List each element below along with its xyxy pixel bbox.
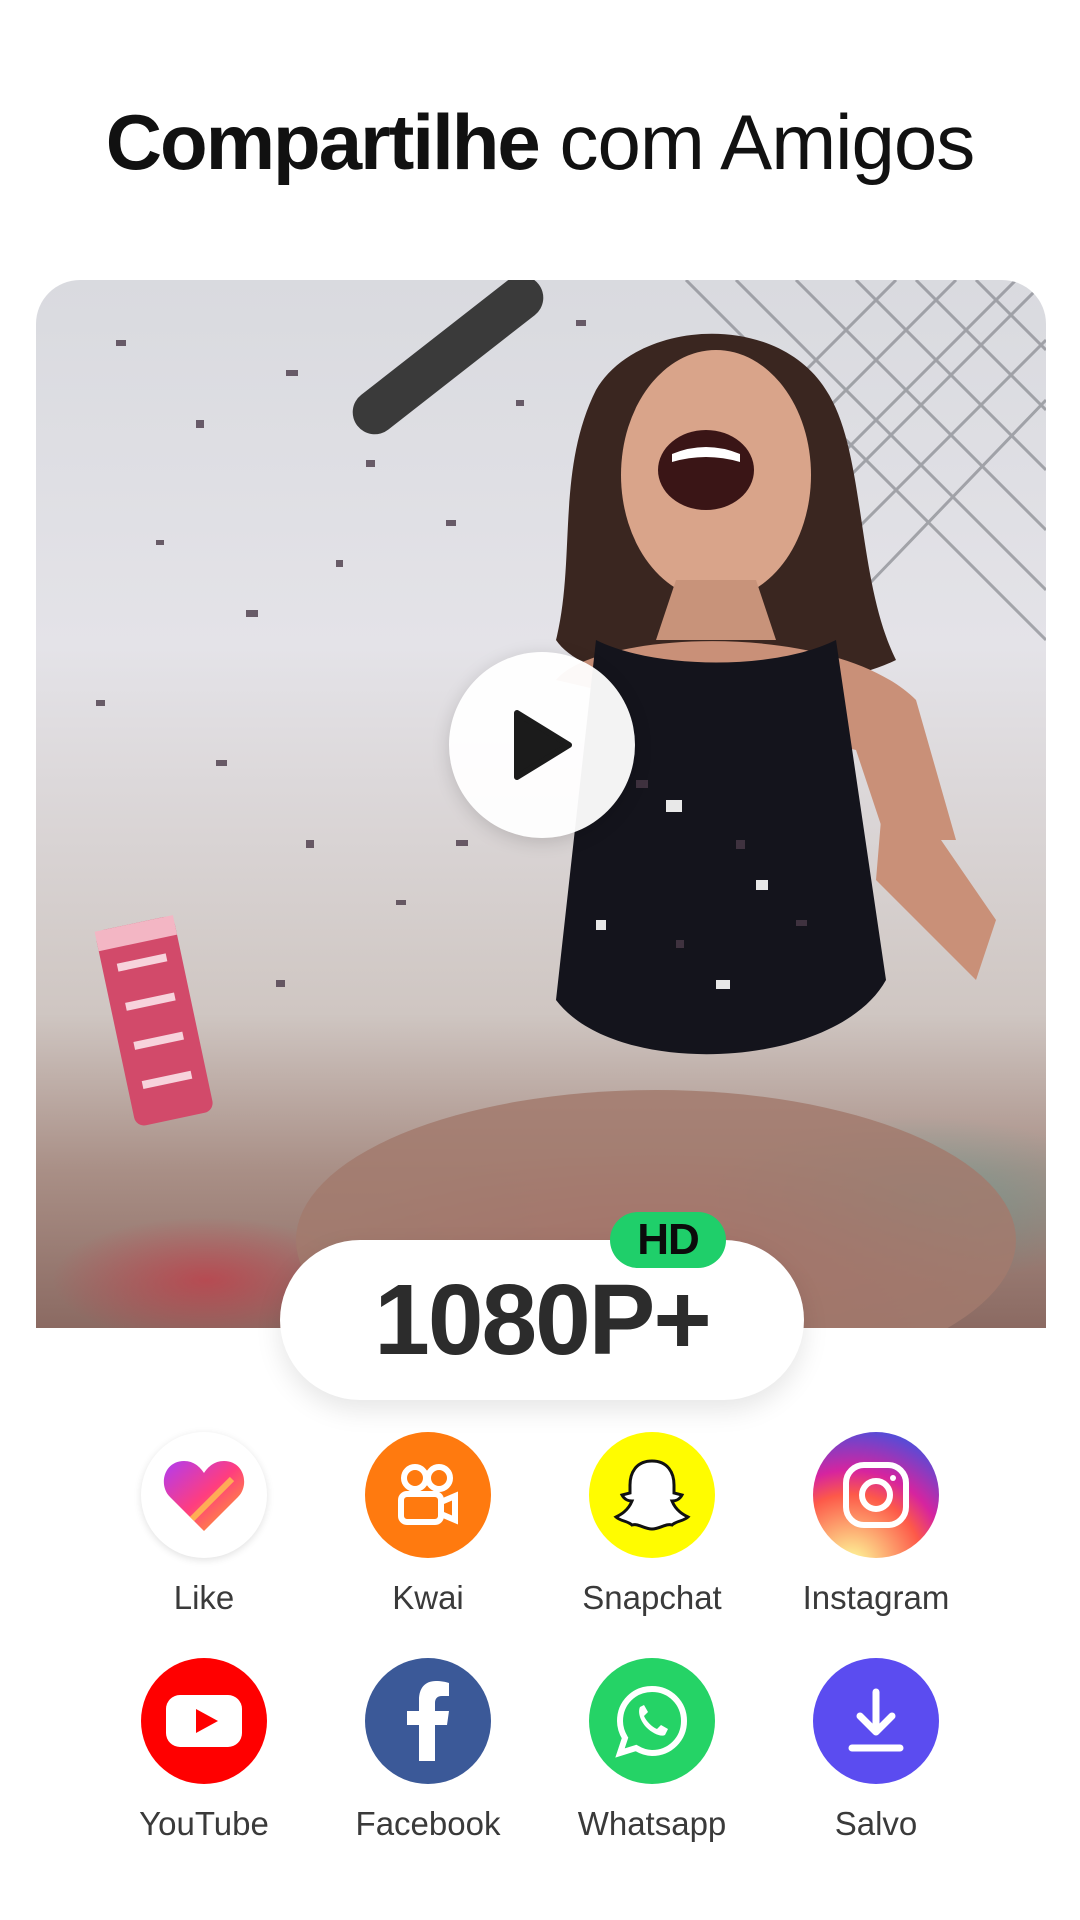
share-instagram-button[interactable]: Instagram — [764, 1432, 988, 1618]
facebook-f-icon — [365, 1658, 491, 1784]
share-facebook-button[interactable]: Facebook — [316, 1658, 540, 1844]
page-title: Compartilhe com Amigos — [0, 92, 1080, 192]
instagram-camera-icon — [813, 1432, 939, 1558]
download-icon — [813, 1658, 939, 1784]
play-icon — [514, 710, 572, 780]
share-label: Instagram — [802, 1579, 950, 1616]
share-label: YouTube — [139, 1805, 269, 1842]
hd-badge: HD — [610, 1212, 726, 1268]
share-label: Facebook — [355, 1805, 501, 1842]
like-heart-icon — [141, 1432, 267, 1558]
share-kwai-button[interactable]: Kwai — [316, 1432, 540, 1618]
share-options: Like Kwai Snapchat Instagram YouTube Fac… — [92, 1432, 988, 1844]
share-save-button[interactable]: Salvo — [764, 1658, 988, 1844]
share-label: Snapchat — [582, 1579, 722, 1616]
share-label: Whatsapp — [577, 1805, 727, 1842]
kwai-camera-icon — [365, 1432, 491, 1558]
resolution-label: 1080P+ — [374, 1263, 712, 1376]
share-snapchat-button[interactable]: Snapchat — [540, 1432, 764, 1618]
snapchat-ghost-icon — [589, 1432, 715, 1558]
video-preview[interactable] — [36, 280, 1046, 1328]
share-like-button[interactable]: Like — [92, 1432, 316, 1618]
title-bold: Compartilhe — [105, 98, 541, 186]
play-button[interactable] — [449, 652, 635, 838]
share-label: Salvo — [834, 1805, 918, 1842]
title-light: com Amigos — [559, 98, 975, 186]
resolution-pill: 1080P+ — [280, 1240, 804, 1400]
youtube-play-icon — [141, 1658, 267, 1784]
share-youtube-button[interactable]: YouTube — [92, 1658, 316, 1844]
share-label: Kwai — [392, 1579, 464, 1616]
whatsapp-phone-icon — [589, 1658, 715, 1784]
share-whatsapp-button[interactable]: Whatsapp — [540, 1658, 764, 1844]
share-label: Like — [173, 1579, 235, 1616]
